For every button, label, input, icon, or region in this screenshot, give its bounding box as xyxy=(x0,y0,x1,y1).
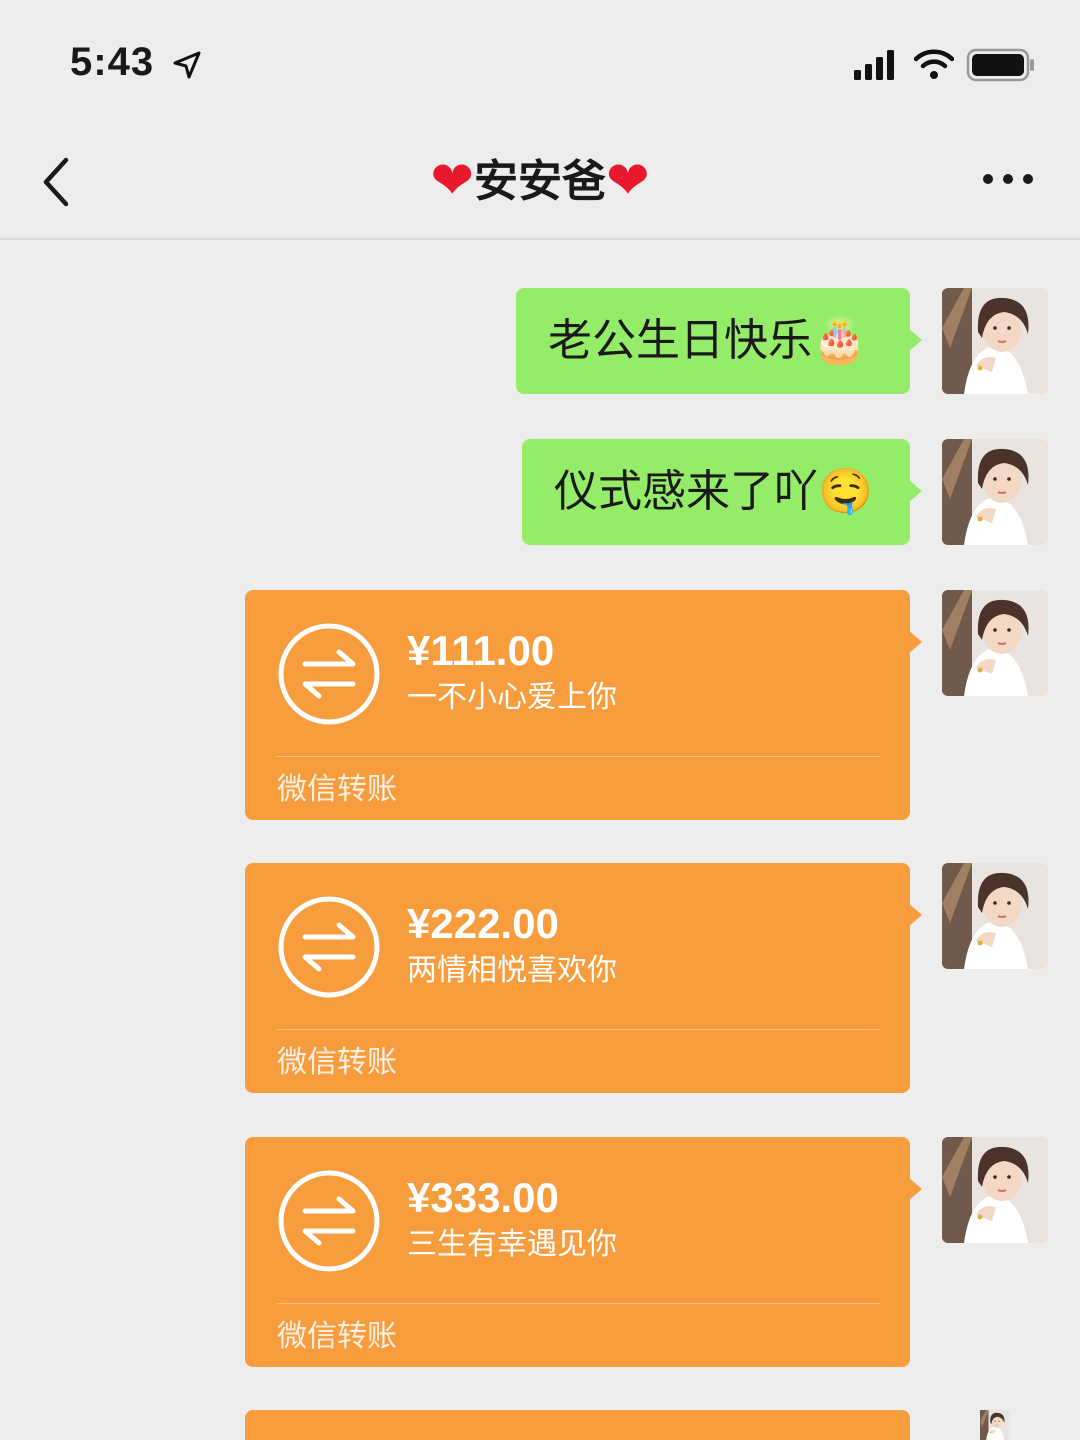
location-arrow-icon xyxy=(173,51,201,79)
message-bubble[interactable]: 仪式感来了吖🤤 xyxy=(522,439,922,545)
transfer-note: 一不小心爱上你 xyxy=(407,680,617,715)
transfer-amount: ¥333.00 xyxy=(407,1174,559,1221)
transfer-amount: ¥222.00 xyxy=(407,900,559,947)
transfer-card[interactable]: ¥111.00 一不小心爱上你 微信转账 xyxy=(245,590,922,820)
transfer-card[interactable]: ¥333.00 三生有幸遇见你 微信转账 xyxy=(245,1137,922,1367)
red-heart-icon: ❤ xyxy=(430,151,474,211)
red-heart-icon: ❤ xyxy=(606,151,650,211)
user-avatar[interactable] xyxy=(942,1137,1048,1243)
user-avatar[interactable] xyxy=(942,439,1048,545)
message-bubble[interactable]: 老公生日快乐🎂 xyxy=(516,288,922,394)
message-text: 仪式感来了吖 xyxy=(554,466,818,517)
transfer-arrows-icon xyxy=(277,622,381,726)
transfer-label: 微信转账 xyxy=(277,1319,397,1354)
transfer-arrows-icon xyxy=(277,895,381,999)
transfer-note: 三生有幸遇见你 xyxy=(407,1227,617,1262)
transfer-note: 两情相悦喜欢你 xyxy=(407,953,617,988)
transfer-card-partial[interactable] xyxy=(245,1410,910,1440)
chat-title-text: 安安爸 xyxy=(474,156,606,207)
divider xyxy=(277,1029,880,1030)
transfer-card[interactable]: ¥222.00 两情相悦喜欢你 微信转账 xyxy=(245,863,922,1093)
battery-icon xyxy=(966,48,1034,82)
user-avatar[interactable] xyxy=(942,288,1048,394)
message-text: 老公生日快乐 xyxy=(548,315,812,366)
transfer-amount: ¥111.00 xyxy=(407,627,555,674)
more-options-icon[interactable] xyxy=(978,164,1038,194)
wifi-icon xyxy=(914,49,954,79)
status-time: 5:43 xyxy=(70,40,155,84)
birthday-cake-emoji-icon: 🎂 xyxy=(812,315,867,366)
user-avatar[interactable] xyxy=(942,1410,1048,1440)
cellular-signal-icon xyxy=(854,50,894,80)
chat-title: ❤安安爸❤ xyxy=(0,150,1080,213)
status-bar: 5:43 xyxy=(0,0,1080,120)
transfer-label: 微信转账 xyxy=(277,772,397,807)
chat-header: ❤安安爸❤ xyxy=(0,120,1080,240)
drooling-face-emoji-icon: 🤤 xyxy=(818,466,873,517)
divider xyxy=(277,1303,880,1304)
user-avatar[interactable] xyxy=(942,590,1048,696)
divider xyxy=(277,756,880,757)
transfer-label: 微信转账 xyxy=(277,1045,397,1080)
user-avatar[interactable] xyxy=(942,863,1048,969)
transfer-arrows-icon xyxy=(277,1169,381,1273)
